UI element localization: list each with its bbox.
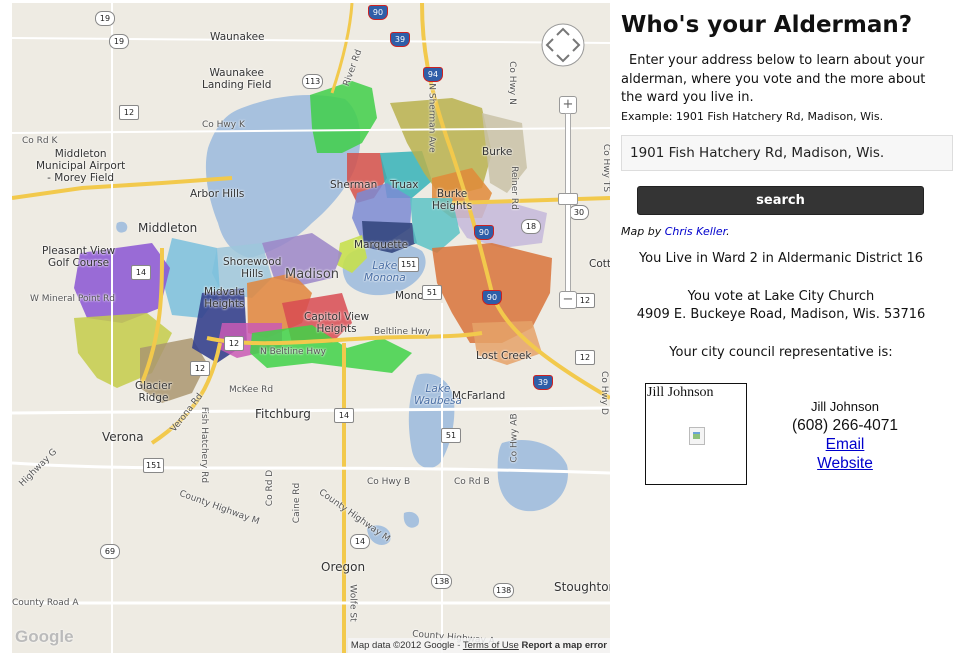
road-label-mckee: McKee Rd <box>229 385 274 395</box>
route-shield: 138 <box>431 574 453 589</box>
road-label-reiner: Reiner Rd <box>508 166 519 210</box>
road-label-beltline: Beltline Hwy <box>374 327 431 337</box>
place-label-pleasant-view: Pleasant View Golf Course <box>42 245 116 269</box>
map-data-text: Map data ©2012 Google <box>350 640 455 651</box>
route-shield: 14 <box>334 408 354 423</box>
interstate-shield: 39 <box>390 32 410 47</box>
place-label-stoughton: Stoughton <box>554 580 610 594</box>
route-shield: 69 <box>100 544 120 559</box>
zoom-slider-handle[interactable] <box>558 193 578 205</box>
credit-suffix: . <box>726 225 730 238</box>
place-label-fitchburg: Fitchburg <box>255 407 311 421</box>
route-shield: 51 <box>422 285 442 300</box>
zoom-out-button[interactable]: − <box>559 291 577 309</box>
broken-image-icon <box>689 427 705 445</box>
website-link[interactable]: Website <box>780 454 910 473</box>
place-label-burke: Burke <box>482 146 513 158</box>
route-shield: 138 <box>493 583 515 598</box>
credit-prefix: Map by <box>621 225 665 238</box>
alderman-photo: Jill Johnson <box>645 383 747 485</box>
ward-map[interactable]: Waunakee Waunakee Landing Field Middleto… <box>12 3 610 653</box>
road-label-w-mineral-point: W Mineral Point Rd <box>30 294 116 304</box>
polling-place-name: You vote at Lake City Church <box>687 289 875 304</box>
interstate-shield: 90 <box>482 290 502 305</box>
place-label-waunakee-landing: Waunakee Landing Field <box>202 67 272 91</box>
route-shield: 12 <box>119 105 139 120</box>
route-shield: 12 <box>224 336 244 351</box>
representative-heading: Your city council representative is: <box>669 345 893 360</box>
representative-phone: (608) 266-4071 <box>792 417 898 434</box>
road-label-n-beltline: N Beltline Hwy <box>260 347 326 357</box>
address-input[interactable] <box>621 135 953 171</box>
zoom-in-button[interactable]: + <box>559 96 577 114</box>
search-button[interactable]: search <box>637 186 924 215</box>
place-label-arbor-hills: Arbor Hills <box>190 188 245 200</box>
route-shield: 19 <box>95 11 115 26</box>
road-label-co-hwy-ab: Co Hwy AB <box>509 413 520 463</box>
representative-info: Jill Johnson (608) 266-4071 Email Websit… <box>780 398 910 473</box>
place-label-burke-heights: Burke Heights <box>432 188 473 212</box>
email-link[interactable]: Email <box>780 435 910 454</box>
place-label-shorewood: Shorewood Hills <box>223 256 282 280</box>
place-label-mcfarland: McFarland <box>452 390 506 402</box>
intro-text: Enter your address below to learn about … <box>621 53 926 105</box>
route-shield: 14 <box>131 265 151 280</box>
road-label-co-rd-d: Co Rd D <box>265 469 276 507</box>
interstate-shield: 90 <box>368 5 388 20</box>
place-label-cotta: Cotta <box>589 258 610 270</box>
road-label-co-hwy-k: Co Hwy K <box>202 120 245 130</box>
place-label-midvale: Midvale Heights <box>204 286 245 310</box>
polling-place-address: 4909 E. Buckeye Road, Madison, Wis. 5371… <box>636 307 926 322</box>
map-credit: Map by Chris Keller. <box>621 225 730 238</box>
place-label-sherman: Sherman <box>330 179 378 191</box>
route-shield: 151 <box>143 458 165 473</box>
ward-result: You Live in Ward 2 in Aldermanic Distric… <box>638 251 924 266</box>
interstate-shield: 39 <box>533 375 553 390</box>
place-label-middleton: Middleton <box>138 221 198 235</box>
place-label-glacier-ridge: Glacier Ridge <box>135 380 172 404</box>
google-logo[interactable]: Google <box>15 627 74 647</box>
road-label-co-hwy-ts: Co Hwy TS <box>601 143 610 193</box>
route-shield: 12 <box>190 361 210 376</box>
place-label-capitol-view: Capitol View Heights <box>304 311 370 335</box>
representative-name: Jill Johnson <box>811 399 879 414</box>
place-label-madison: Madison <box>285 267 340 282</box>
terms-of-use-link[interactable]: Terms of Use <box>463 640 519 651</box>
route-shield: 12 <box>575 350 595 365</box>
place-label-marquette: Marquette <box>354 239 409 251</box>
pan-control[interactable] <box>541 23 585 67</box>
example-text: Example: 1901 Fish Hatchery Rd, Madison,… <box>621 110 884 123</box>
place-label-verona: Verona <box>102 430 144 444</box>
route-shield: 151 <box>398 257 420 272</box>
interstate-shield: 94 <box>423 67 443 82</box>
place-label-oregon: Oregon <box>321 560 366 574</box>
photo-alt-text: Jill Johnson <box>647 385 714 400</box>
report-map-error-link[interactable]: Report a map error <box>521 640 607 651</box>
map-attribution: Map data ©2012 Google - Terms of Use Rep… <box>347 638 610 653</box>
road-label-fish-hatchery: Fish Hatchery Rd <box>199 406 210 484</box>
place-label-middleton-airport: Middleton Municipal Airport - Morey Fiel… <box>36 148 126 184</box>
road-label-caine: Caine Rd <box>292 482 303 524</box>
interstate-shield: 90 <box>474 225 494 240</box>
author-link[interactable]: Chris Keller <box>665 225 726 238</box>
road-label-co-hwy-n: Co Hwy N <box>506 61 517 105</box>
route-shield: 18 <box>521 219 541 234</box>
road-label-county-road-a: County Road A <box>12 598 79 608</box>
road-label-wolfe: Wolfe St <box>347 584 358 622</box>
place-label-lost-creek: Lost Creek <box>476 350 532 362</box>
road-label-n-sherman: N Sherman Ave <box>426 83 437 153</box>
route-shield: 51 <box>441 428 461 443</box>
page-title: Who's your Alderman? <box>621 12 913 38</box>
road-label-co-rd-b: Co Rd B <box>454 477 490 487</box>
route-shield: 12 <box>575 293 595 308</box>
route-shield: 30 <box>569 205 589 220</box>
route-shield: 113 <box>302 74 324 89</box>
route-shield: 14 <box>350 534 370 549</box>
road-label-co-rd-k: Co Rd K <box>22 136 58 146</box>
place-label-waunakee: Waunakee <box>210 31 265 43</box>
road-label-co-hwy-d: Co Hwy D <box>598 371 609 415</box>
place-label-truax: Truax <box>390 179 419 191</box>
road-label-co-hwy-b: Co Hwy B <box>367 477 411 487</box>
route-shield: 19 <box>109 34 129 49</box>
